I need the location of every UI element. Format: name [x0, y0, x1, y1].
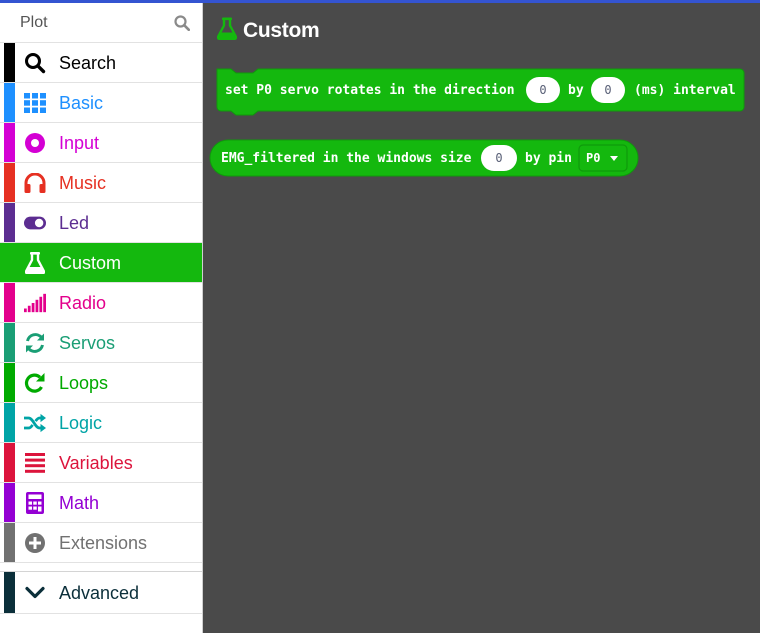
- calculator-icon: [24, 492, 46, 514]
- category-color-bar: [4, 43, 15, 82]
- category-loops[interactable]: Loops: [0, 363, 202, 403]
- direction-number-field[interactable]: 0: [526, 77, 560, 103]
- chevron-down-icon: [24, 582, 46, 604]
- window-size-number-field[interactable]: 0: [481, 145, 517, 171]
- refresh-icon: [24, 332, 46, 354]
- blocks-canvas: set P0 servo rotates in the direction 0 …: [209, 68, 745, 177]
- block-text: by pin: [525, 151, 572, 166]
- category-color-bar: [4, 483, 15, 522]
- dropdown-value: P0: [586, 151, 600, 165]
- category-color-bar: [4, 283, 15, 322]
- category-variables[interactable]: Variables: [0, 443, 202, 483]
- toolbox-sidebar: Search Basic Input Music Led Custom: [0, 3, 203, 633]
- plus-circle-icon: [24, 532, 46, 554]
- toggle-icon: [24, 212, 46, 234]
- category-label: Logic: [59, 413, 103, 433]
- category-label: Search: [59, 53, 117, 73]
- category-label: Radio: [59, 293, 107, 313]
- category-color-bar: [4, 203, 15, 242]
- blocks-workspace[interactable]: Custom set P0 servo rotates in the direc…: [203, 3, 760, 633]
- flask-icon: [24, 252, 46, 274]
- field-value: 0: [495, 151, 502, 165]
- category-color-bar: [4, 443, 15, 482]
- category-color-bar: [4, 363, 15, 402]
- category-label: Custom: [59, 253, 122, 273]
- circle-dot-icon: [24, 132, 46, 154]
- category-extensions[interactable]: Extensions: [0, 523, 202, 563]
- category-search[interactable]: Search: [0, 43, 202, 83]
- block-text: by: [568, 83, 584, 98]
- category-label: Input: [59, 133, 100, 153]
- category-color-bar: [4, 403, 15, 442]
- category-label: Loops: [59, 373, 109, 393]
- category-label: Advanced: [59, 583, 140, 603]
- shuffle-icon: [24, 412, 46, 434]
- category-label: Extensions: [59, 533, 148, 553]
- toolbox-search: [0, 3, 202, 43]
- category-color-bar: [4, 163, 15, 202]
- category-radio[interactable]: Radio: [0, 283, 202, 323]
- category-servos[interactable]: Servos: [0, 323, 202, 363]
- interval-number-field[interactable]: 0: [591, 77, 625, 103]
- search-icon: [24, 52, 46, 74]
- category-color-bar: [4, 243, 15, 282]
- category-music[interactable]: Music: [0, 163, 202, 203]
- field-value: 0: [539, 83, 546, 97]
- category-color-bar: [4, 123, 15, 162]
- field-value: 0: [604, 83, 611, 97]
- toolbox-search-input[interactable]: [8, 9, 170, 37]
- category-label: Math: [59, 493, 100, 513]
- emg-filtered-block[interactable]: EMG_filtered in the windows size 0 by pi…: [209, 139, 639, 177]
- category-color-bar: [4, 323, 15, 362]
- category-label: Led: [59, 213, 90, 233]
- category-color-bar: [4, 83, 15, 122]
- signal-bars-icon: [24, 292, 46, 314]
- category-custom[interactable]: Custom: [0, 243, 202, 283]
- category-color-bar: [4, 523, 15, 562]
- category-label: Basic: [59, 93, 104, 113]
- block-text: EMG_filtered in the windows size: [221, 151, 472, 166]
- category-logic[interactable]: Logic: [0, 403, 202, 443]
- grid-icon: [24, 92, 46, 114]
- category-advanced[interactable]: Advanced: [0, 572, 202, 614]
- list-icon: [24, 452, 46, 474]
- search-icon[interactable]: [174, 15, 191, 36]
- loop-icon: [24, 372, 46, 394]
- category-basic[interactable]: Basic: [0, 83, 202, 123]
- category-input[interactable]: Input: [0, 123, 202, 163]
- pin-dropdown[interactable]: P0: [578, 144, 628, 172]
- block-text: set P0 servo rotates in the direction: [225, 83, 515, 98]
- toolbox-separator: [0, 563, 202, 572]
- category-label: Variables: [59, 453, 133, 473]
- headphones-icon: [24, 172, 46, 194]
- category-color-bar: [4, 572, 15, 613]
- block-text: (ms) interval: [634, 83, 736, 98]
- category-math[interactable]: Math: [0, 483, 202, 523]
- category-label: Music: [59, 173, 107, 193]
- servo-direction-block[interactable]: set P0 servo rotates in the direction 0 …: [216, 68, 745, 116]
- category-label: Servos: [59, 333, 116, 353]
- category-led[interactable]: Led: [0, 203, 202, 243]
